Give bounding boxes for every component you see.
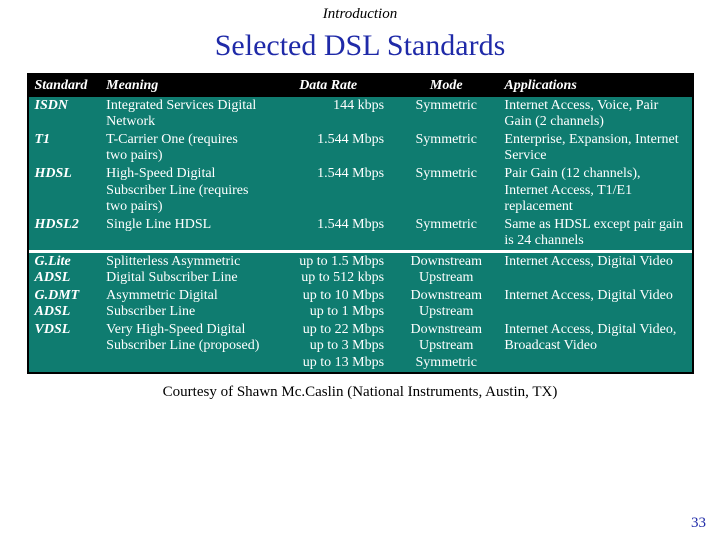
cell-rate: 144 kbps [266,97,392,131]
header-standard: Standard [29,77,101,95]
cell-rate: up to 1.5 Mbpsup to 512 kbps [266,253,392,287]
table-body-bottom: G.Lite ADSLSplitterless Asymmetric Digit… [29,253,692,372]
table-row: ISDNIntegrated Services Digital Network1… [29,97,692,131]
cell-mode: Symmetric [392,97,498,131]
cell-meaning: Splitterless Asymmetric Digital Subscrib… [100,253,266,287]
header-mode: Mode [392,77,498,95]
cell-mode: DownstreamUpstream [392,253,498,287]
cell-meaning: T-Carrier One (requires two pairs) [100,131,266,165]
header-applications: Applications [498,77,691,95]
cell-mode: Symmetric [392,131,498,165]
table-row: HDSLHigh-Speed Digital Subscriber Line (… [29,165,692,215]
cell-meaning: Integrated Services Digital Network [100,97,266,131]
table-row: HDSL2Single Line HDSL1.544 MbpsSymmetric… [29,216,692,250]
cell-applications: Enterprise, Expansion, Internet Service [498,131,691,165]
cell-rate: 1.544 Mbps [266,131,392,165]
cell-applications: Pair Gain (12 channels), Internet Access… [498,165,691,215]
slide: Introduction Selected DSL Standards Stan… [0,0,720,540]
cell-rate: 1.544 Mbps [266,165,392,215]
cell-standard: ISDN [29,97,101,131]
table-body-top: ISDNIntegrated Services Digital Network1… [29,97,692,250]
cell-standard: G.DMT ADSL [29,287,101,321]
cell-standard: HDSL [29,165,101,215]
table-row: T1T-Carrier One (requires two pairs)1.54… [29,131,692,165]
cell-standard: T1 [29,131,101,165]
dsl-standards-table: Standard Meaning Data Rate Mode Applicat… [27,73,694,374]
cell-rate: up to 22 Mbpsup to 3 Mbpsup to 13 Mbps [266,321,392,371]
cell-rate: up to 10 Mbpsup to 1 Mbps [266,287,392,321]
cell-applications: Internet Access, Voice, Pair Gain (2 cha… [498,97,691,131]
slide-number: 33 [691,515,706,532]
cell-meaning: Asymmetric Digital Subscriber Line [100,287,266,321]
cell-standard: VDSL [29,321,101,371]
cell-standard: HDSL2 [29,216,101,250]
pretitle: Introduction [0,0,720,23]
cell-mode: DownstreamUpstream [392,287,498,321]
table-row: G.Lite ADSLSplitterless Asymmetric Digit… [29,253,692,287]
cell-applications: Internet Access, Digital Video [498,253,691,287]
cell-meaning: High-Speed Digital Subscriber Line (requ… [100,165,266,215]
cell-applications: Same as HDSL except pair gain is 24 chan… [498,216,691,250]
cell-rate: 1.544 Mbps [266,216,392,250]
header-meaning: Meaning [100,77,266,95]
table-header-row: Standard Meaning Data Rate Mode Applicat… [29,75,692,97]
cell-meaning: Single Line HDSL [100,216,266,250]
cell-applications: Internet Access, Digital Video, Broadcas… [498,321,691,371]
page-title: Selected DSL Standards [0,29,720,63]
table-row: G.DMT ADSLAsymmetric Digital Subscriber … [29,287,692,321]
table-row: VDSLVery High-Speed Digital Subscriber L… [29,321,692,371]
cell-standard: G.Lite ADSL [29,253,101,287]
cell-meaning: Very High-Speed Digital Subscriber Line … [100,321,266,371]
cell-applications: Internet Access, Digital Video [498,287,691,321]
cell-mode: DownstreamUpstreamSymmetric [392,321,498,371]
cell-mode: Symmetric [392,216,498,250]
cell-mode: Symmetric [392,165,498,215]
header-rate: Data Rate [266,77,392,95]
credit-line: Courtesy of Shawn Mc.Caslin (National In… [0,384,720,401]
